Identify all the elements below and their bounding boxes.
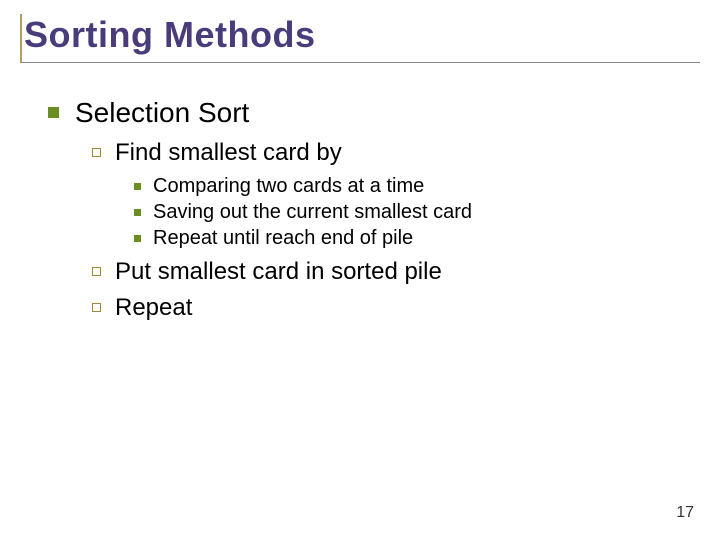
slide-body: Selection Sort Find smallest card by	[20, 97, 700, 322]
bullet-list-lvl1: Selection Sort Find smallest card by	[48, 97, 700, 322]
square-bullet-icon	[134, 235, 141, 242]
slide: Sorting Methods Selection Sort Find smal…	[0, 0, 720, 540]
bullet-list-lvl3: Comparing two cards at a time Saving out…	[92, 175, 700, 250]
slide-title: Sorting Methods	[24, 14, 700, 56]
list-item: Repeat	[92, 294, 700, 322]
lvl2-text: Repeat	[115, 294, 192, 322]
lvl3-text: Saving out the current smallest card	[153, 201, 472, 224]
lvl3-text: Repeat until reach end of pile	[153, 227, 413, 250]
lvl3-text: Comparing two cards at a time	[153, 175, 424, 198]
list-item: Find smallest card by Comparing two card…	[92, 139, 700, 250]
list-item: Selection Sort Find smallest card by	[48, 97, 700, 322]
lvl2-text: Put smallest card in sorted pile	[115, 258, 442, 286]
square-bullet-icon	[48, 107, 59, 118]
hollow-square-bullet-icon	[92, 303, 101, 312]
list-item: Repeat until reach end of pile	[134, 227, 700, 250]
lvl2-text: Find smallest card by	[115, 139, 342, 167]
list-item: Put smallest card in sorted pile	[92, 258, 700, 286]
lvl1-text: Selection Sort	[75, 97, 249, 129]
hollow-square-bullet-icon	[92, 267, 101, 276]
square-bullet-icon	[134, 183, 141, 190]
square-bullet-icon	[134, 209, 141, 216]
bullet-list-lvl2: Find smallest card by Comparing two card…	[48, 139, 700, 322]
list-item: Saving out the current smallest card	[134, 201, 700, 224]
list-item: Comparing two cards at a time	[134, 175, 700, 198]
hollow-square-bullet-icon	[92, 148, 101, 157]
page-number: 17	[676, 504, 694, 522]
title-rule: Sorting Methods	[20, 14, 700, 63]
